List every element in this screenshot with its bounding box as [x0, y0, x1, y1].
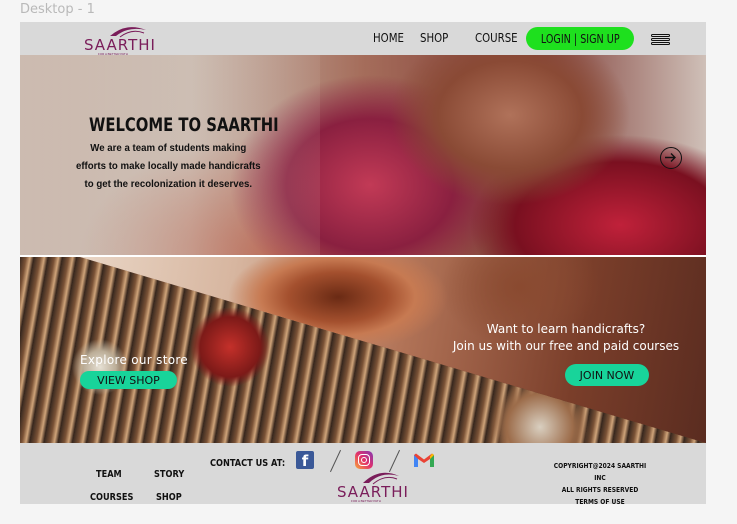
- legal-info: COPYRIGHT@2024 SAARTHI INC ALL RIGHTS RE…: [549, 460, 651, 504]
- view-shop-button[interactable]: VIEW SHOP: [80, 371, 177, 389]
- gmail-icon[interactable]: [413, 452, 435, 468]
- hero-title: WELCOME TO SAARTHI: [89, 114, 279, 136]
- rights-text: ALL RIGHTS RESERVED: [561, 486, 639, 494]
- login-signup-button[interactable]: LOGIN | SIGN UP: [526, 27, 634, 50]
- learn-handicrafts-text: Want to learn handicrafts? Join us with …: [430, 321, 702, 355]
- hero-next-button[interactable]: [660, 147, 682, 169]
- nav-course-link[interactable]: COURSE: [475, 31, 518, 45]
- footer-brand-logo[interactable]: SAARTHI FOR A BETTER PATH: [337, 467, 408, 503]
- footer-link-story[interactable]: STORY: [154, 469, 184, 480]
- terms-link[interactable]: TERMS OF USE: [549, 496, 651, 504]
- promo-banner: Explore our store VIEW SHOP Want to lear…: [20, 257, 706, 443]
- explore-store-text: Explore our store: [80, 353, 188, 367]
- facebook-icon[interactable]: f: [296, 451, 314, 470]
- learn-line-1: Want to learn handicrafts?: [486, 322, 646, 336]
- top-nav-bar: SAARTHI FOR A BETTER PATH HOME SHOP COUR…: [20, 22, 706, 56]
- hamburger-menu-icon[interactable]: [651, 34, 670, 50]
- footer-link-shop[interactable]: SHOP: [156, 492, 182, 503]
- learn-line-2: Join us with our free and paid courses: [452, 339, 680, 353]
- nav-home-link[interactable]: HOME: [373, 31, 404, 45]
- footer-link-courses[interactable]: COURSES: [90, 492, 133, 503]
- page-canvas: SAARTHI FOR A BETTER PATH HOME SHOP COUR…: [20, 22, 706, 504]
- join-now-button[interactable]: JOIN NOW: [565, 364, 649, 386]
- nav-shop-link[interactable]: SHOP: [420, 31, 448, 45]
- login-signup-label: LOGIN | SIGN UP: [540, 31, 620, 46]
- logo-tagline: FOR A BETTER PATH: [351, 499, 381, 503]
- copyright-text: COPYRIGHT@2024 SAARTHI INC: [553, 462, 647, 482]
- footer: TEAM STORY COURSES SHOP CONTACT US AT: f…: [20, 443, 706, 504]
- footer-link-team[interactable]: TEAM: [96, 469, 122, 480]
- hero-description: We are a team of students making efforts…: [75, 142, 261, 190]
- contact-label: CONTACT US AT:: [210, 458, 286, 469]
- brand-logo[interactable]: SAARTHI FOR A BETTER PATH: [84, 24, 155, 56]
- hero-section: WELCOME TO SAARTHI We are a team of stud…: [20, 55, 706, 255]
- frame-label: Desktop - 1: [20, 2, 95, 17]
- arrow-right-circle-icon: [665, 153, 676, 162]
